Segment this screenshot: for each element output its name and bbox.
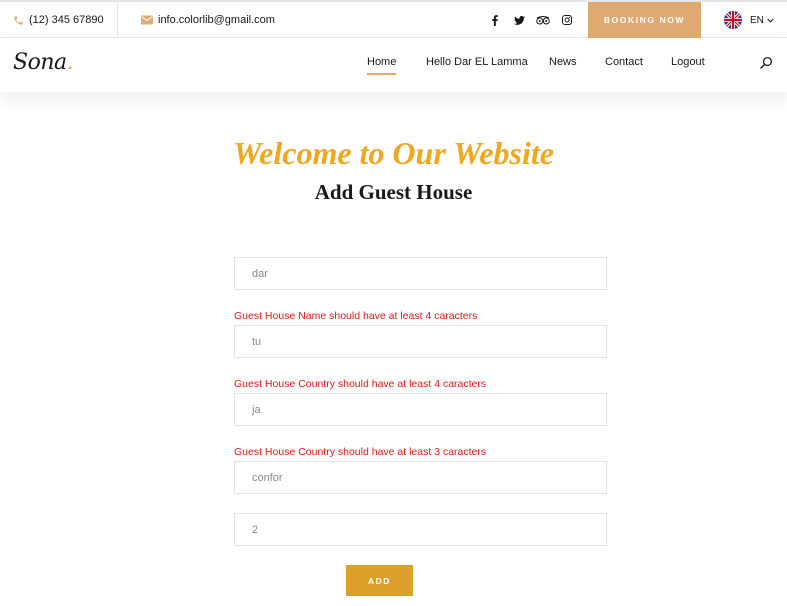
site-logo[interactable]: Sona. (13, 50, 74, 75)
nav-item-hello-dar-el-lamma[interactable]: Hello Dar EL Lamma (426, 56, 528, 75)
topbar-divider (117, 2, 118, 38)
phone-contact: (12) 345 67890 (12, 2, 104, 38)
guest-house-field-3-input[interactable] (234, 393, 607, 426)
uk-flag-icon (724, 11, 742, 29)
language-selector[interactable]: EN (724, 2, 774, 38)
language-code: EN (750, 14, 764, 26)
phone-icon (12, 14, 24, 26)
guest-house-field-5-input[interactable] (234, 513, 607, 546)
guest-house-name-input[interactable] (234, 257, 607, 290)
twitter-icon[interactable] (507, 12, 531, 28)
field-3-error-message: Guest House Country should have at least… (234, 446, 487, 458)
email-address: info.colorlib@gmail.com (158, 14, 275, 26)
guest-house-country-input[interactable] (234, 325, 607, 358)
email-contact: info.colorlib@gmail.com (141, 2, 275, 38)
search-icon[interactable] (760, 56, 774, 70)
page-title: Add Guest House (314, 180, 473, 204)
logo-dot: . (66, 50, 74, 75)
envelope-icon (141, 14, 153, 26)
main-navbar: Sona. Home Hello Dar EL Lamma News Conta… (0, 38, 787, 92)
top-bar: (12) 345 67890 info.colorlib@gmail.com B… (0, 0, 787, 38)
nav-item-contact[interactable]: Contact (605, 56, 643, 75)
instagram-icon[interactable] (555, 12, 579, 28)
tripadvisor-icon[interactable] (531, 12, 555, 28)
country-error-message: Guest House Country should have at least… (234, 378, 487, 390)
nav-item-news[interactable]: News (549, 56, 577, 75)
social-links (483, 2, 579, 38)
facebook-icon[interactable] (483, 12, 507, 28)
guest-house-field-4-input[interactable] (234, 461, 607, 494)
booking-now-button[interactable]: BOOKING NOW (588, 2, 701, 38)
chevron-down-icon (767, 18, 774, 23)
nav-item-home[interactable]: Home (367, 56, 397, 75)
logo-text: Sona (13, 50, 67, 75)
phone-number: (12) 345 67890 (29, 14, 104, 26)
name-error-message: Guest House Name should have at least 4 … (234, 310, 478, 322)
add-button[interactable]: ADD (346, 565, 413, 596)
nav-item-logout[interactable]: Logout (671, 56, 705, 75)
welcome-heading: Welcome to Our Website (233, 135, 554, 171)
